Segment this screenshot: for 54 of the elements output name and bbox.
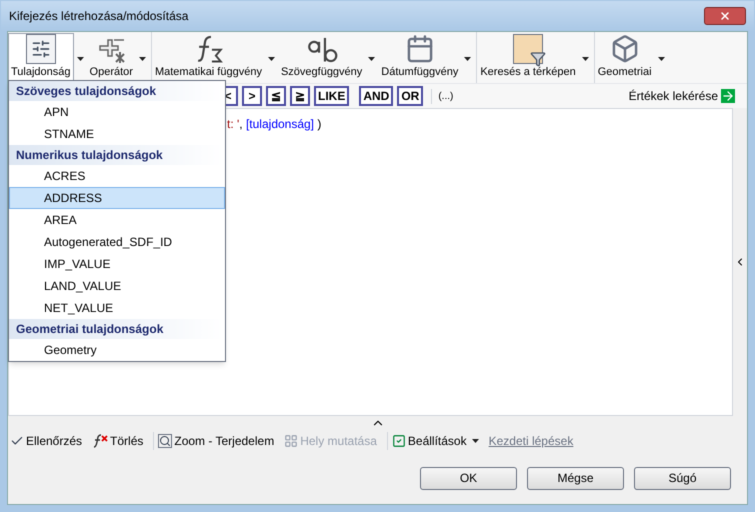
- zoom-icon: [158, 434, 172, 448]
- ribbon-button[interactable]: Tulajdonság: [8, 33, 74, 83]
- menu-group-heading: Szöveges tulajdonságok: [9, 81, 225, 101]
- dropdown-arrow-icon[interactable]: [76, 57, 84, 61]
- ribbon-button[interactable]: Matematikai függvény: [152, 33, 265, 83]
- grid-icon: [284, 434, 298, 448]
- menu-item[interactable]: ADDRESS: [9, 187, 225, 209]
- dropdown-arrow-icon[interactable]: [658, 57, 665, 61]
- map-filter-icon: [513, 34, 544, 64]
- menu-item[interactable]: IMP_VALUE: [9, 253, 225, 275]
- shapes-icon: [610, 34, 640, 64]
- dialog-button[interactable]: Súgó: [634, 466, 731, 490]
- checkbox-icon: [392, 434, 406, 448]
- menu-item[interactable]: NET_VALUE: [9, 297, 225, 319]
- ribbon-button[interactable]: Szövegfüggvény: [278, 33, 366, 83]
- operator-button[interactable]: (...): [431, 88, 460, 104]
- menu-item[interactable]: ACRES: [9, 165, 225, 187]
- menu-item[interactable]: LAND_VALUE: [9, 275, 225, 297]
- menu-item[interactable]: AREA: [9, 209, 225, 231]
- calendar-icon: [404, 34, 435, 64]
- operator-button[interactable]: LIKE: [314, 86, 350, 106]
- operator-button[interactable]: ≧: [290, 86, 310, 106]
- operator-button[interactable]: AND: [359, 86, 394, 106]
- ribbon-button[interactable]: Operátor: [86, 33, 136, 83]
- dropdown-arrow-icon[interactable]: [472, 439, 479, 443]
- dropdown-arrow-icon[interactable]: [582, 57, 589, 61]
- operator-button[interactable]: OR: [397, 86, 424, 106]
- ribbon-button[interactable]: Dátumfüggvény: [378, 33, 462, 83]
- ribbon-button[interactable]: Geometriai: [594, 33, 655, 83]
- dropdown-arrow-icon[interactable]: [138, 57, 146, 61]
- get-values-button[interactable]: Értékek lekérése: [628, 87, 735, 105]
- toolbar-button[interactable]: Beállítások: [386, 432, 479, 450]
- close-icon: [719, 10, 731, 22]
- dialog-button[interactable]: OK: [420, 466, 517, 490]
- window-title: Kifejezés létrehozása/módosítása: [9, 8, 188, 25]
- dropdown-arrow-icon[interactable]: [268, 57, 275, 61]
- operator-button[interactable]: ≦: [266, 86, 286, 106]
- toolbar-button[interactable]: Törlés: [92, 432, 144, 450]
- expression-text: t: ', [tulajdonság] ): [227, 117, 322, 131]
- menu-item[interactable]: STNAME: [9, 123, 225, 145]
- ribbon-button[interactable]: Keresés a térképen: [477, 33, 579, 83]
- dropdown-arrow-icon[interactable]: [464, 57, 472, 61]
- dialog-button[interactable]: Mégse: [527, 466, 624, 490]
- function-clear-icon: [92, 434, 108, 448]
- menu-group-heading: Geometriai tulajdonságok: [9, 319, 225, 339]
- menu-item[interactable]: Autogenerated_SDF_ID: [9, 231, 225, 253]
- toolbar-button[interactable]: Zoom - Terjedelem: [153, 432, 274, 450]
- toolbar-button[interactable]: Ellenőrzés: [10, 432, 82, 450]
- menu-group-heading: Numerikus tulajdonságok: [9, 145, 225, 165]
- getting-started-link[interactable]: Kezdeti lépések: [488, 432, 574, 450]
- menu-item[interactable]: Geometry: [9, 339, 225, 361]
- dropdown-arrow-icon[interactable]: [368, 57, 376, 61]
- close-button[interactable]: [704, 7, 746, 25]
- operator-button[interactable]: >: [242, 86, 262, 106]
